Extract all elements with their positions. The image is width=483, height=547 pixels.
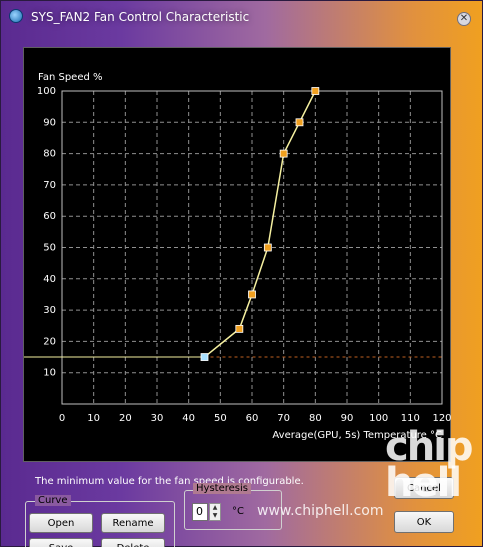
hysteresis-spinner[interactable]: ▲ ▼ xyxy=(209,503,221,521)
open-button[interactable]: Open xyxy=(29,513,93,533)
curve-point[interactable] xyxy=(263,243,272,252)
chiphell-logo-watermark: chip hell xyxy=(385,424,474,506)
fan-control-window: SYS_FAN2 Fan Control Characteristic ✕ Fa… xyxy=(0,0,483,547)
y-tick-label: 70 xyxy=(43,180,56,191)
x-tick-label: 100 xyxy=(369,413,388,424)
y-tick-label: 100 xyxy=(37,86,56,97)
save-button[interactable]: Save xyxy=(29,538,93,547)
x-tick-label: 110 xyxy=(401,413,420,424)
x-tick-label: 90 xyxy=(341,413,354,424)
delete-button[interactable]: Delete xyxy=(101,538,165,547)
x-tick-label: 30 xyxy=(151,413,164,424)
client-area: Fan Speed % Average(GPU, 5s) Temperature … xyxy=(11,33,474,547)
x-tick-label: 120 xyxy=(432,413,451,424)
x-tick-label: 10 xyxy=(87,413,100,424)
close-button[interactable]: ✕ xyxy=(457,12,471,26)
curve-point[interactable] xyxy=(295,118,304,127)
info-message: The minimum value for the fan speed is c… xyxy=(35,476,304,487)
y-axis-label: Fan Speed % xyxy=(38,72,103,83)
curve-point[interactable] xyxy=(279,149,288,158)
y-tick-label: 20 xyxy=(43,336,56,347)
window-title: SYS_FAN2 Fan Control Characteristic xyxy=(31,10,250,24)
rename-button[interactable]: Rename xyxy=(101,513,165,533)
y-tick-label: 30 xyxy=(43,305,56,316)
y-tick-label: 40 xyxy=(43,274,56,285)
curve-point[interactable] xyxy=(200,353,209,361)
y-tick-label: 90 xyxy=(43,117,56,128)
y-tick-label: 80 xyxy=(43,149,56,160)
fan-curve-line xyxy=(204,90,317,358)
y-tick-label: 10 xyxy=(43,368,56,379)
app-icon xyxy=(9,9,23,23)
y-tick-label: 50 xyxy=(43,243,56,254)
ok-button[interactable]: OK xyxy=(394,511,454,533)
y-tick-label: 60 xyxy=(43,211,56,222)
x-tick-label: 40 xyxy=(182,413,195,424)
x-tick-label: 20 xyxy=(119,413,132,424)
hysteresis-input[interactable]: 0 xyxy=(192,503,208,521)
chart-svg[interactable]: Fan Speed %Average(GPU, 5s) Temperature … xyxy=(24,48,452,463)
x-tick-label: 50 xyxy=(214,413,227,424)
watermark-url: www.chiphell.com xyxy=(257,503,384,519)
curve-point[interactable] xyxy=(248,290,256,299)
x-tick-label: 0 xyxy=(59,413,65,424)
title-bar[interactable]: SYS_FAN2 Fan Control Characteristic ✕ xyxy=(1,1,482,31)
x-tick-label: 70 xyxy=(277,413,290,424)
fan-curve-chart[interactable]: Fan Speed % Average(GPU, 5s) Temperature … xyxy=(23,47,452,463)
x-tick-label: 80 xyxy=(309,413,322,424)
hysteresis-unit: °C xyxy=(232,506,244,517)
curve-group-label: Curve xyxy=(35,495,71,506)
curve-point[interactable] xyxy=(235,324,244,333)
curve-point[interactable] xyxy=(311,87,320,95)
hysteresis-group-label: Hysteresis xyxy=(193,483,251,494)
x-tick-label: 60 xyxy=(246,413,259,424)
